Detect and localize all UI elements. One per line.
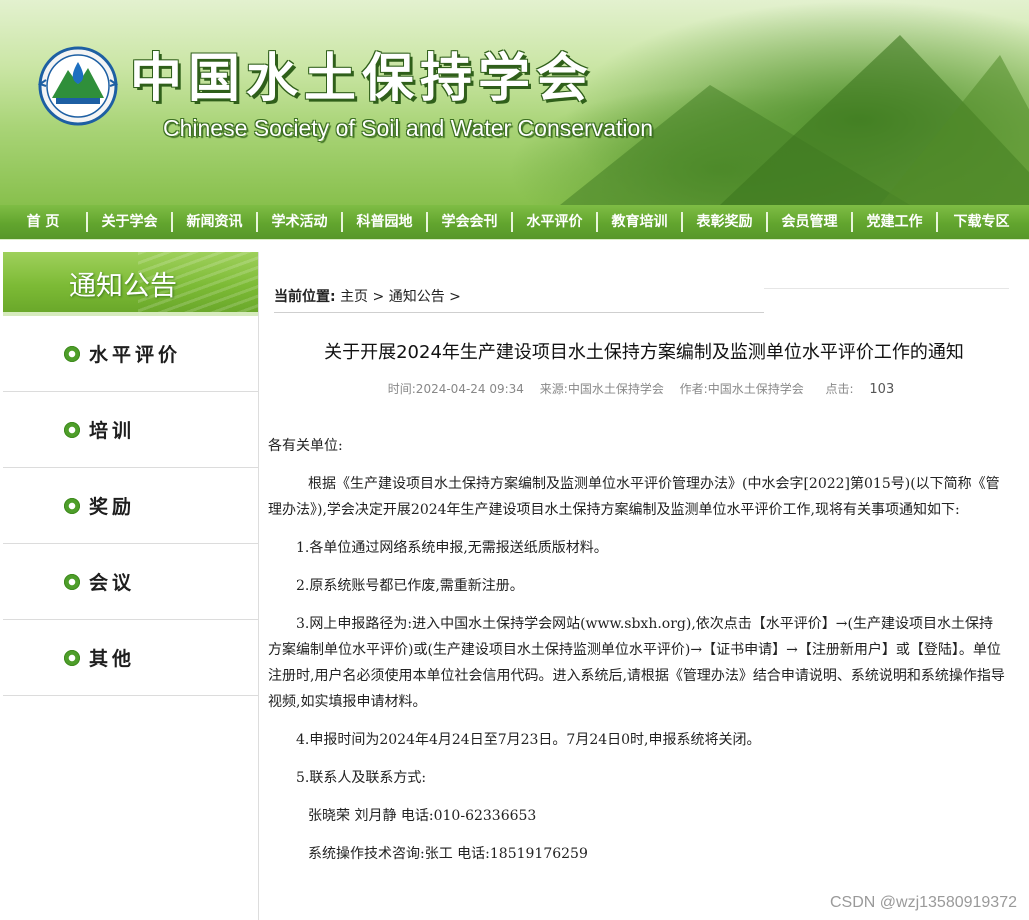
sidebar-item-training[interactable]: 培训 <box>3 392 258 468</box>
sidebar-item-label: 水平评价 <box>89 344 182 366</box>
nav-item-members[interactable]: 会员管理 <box>766 212 851 232</box>
nav-item-awards[interactable]: 表彰奖励 <box>681 212 766 232</box>
sidebar: 通知公告 水平评价 培训 奖励 会议 其他 <box>3 252 259 920</box>
article-title: 关于开展2024年生产建设项目水土保持方案编制及监测单位水平评价工作的通知 <box>324 342 964 363</box>
article-clicks-label: 点击: <box>825 382 854 396</box>
site-header: 中国水土保持学会 Chinese Society of Soil and Wat… <box>0 0 1029 205</box>
article-clicks: 点击: 103 <box>820 382 901 397</box>
article-list-item: 2.原系统账号都已作废,需重新注册。 <box>296 578 524 594</box>
article-paragraph: 根据《生产建设项目水土保持方案编制及监测单位水平评价管理办法》(中水会字[202… <box>268 476 1000 518</box>
article-contact: 系统操作技术咨询:张工 电话:18519176259 <box>308 846 588 862</box>
breadcrumb-separator: > <box>444 289 461 305</box>
article-list-item: 5.联系人及联系方式: <box>296 770 427 786</box>
article-source: 来源:中国水土保持学会 <box>539 382 664 396</box>
breadcrumb-rule <box>764 288 1009 289</box>
sidebar-heading: 通知公告 <box>3 252 258 312</box>
nav-item-news[interactable]: 新闻资讯 <box>171 212 256 232</box>
watermark: CSDN @wzj13580919372 <box>829 894 1017 911</box>
nav-item-training[interactable]: 教育培训 <box>596 212 681 232</box>
sidebar-item-evaluation[interactable]: 水平评价 <box>3 316 258 392</box>
sidebar-item-label: 其他 <box>89 648 136 670</box>
main-content: 当前位置: 主页 > 通知公告 > 关于开展2024年生产建设项目水土保持方案编… <box>262 252 1026 920</box>
breadcrumb-separator: > <box>368 289 389 305</box>
site-title: 中国水土保持学会 <box>130 48 595 109</box>
breadcrumb: 当前位置: 主页 > 通知公告 > <box>274 286 764 313</box>
bullet-icon <box>64 573 80 590</box>
nav-item-journal[interactable]: 学会会刊 <box>426 212 511 232</box>
sidebar-item-other[interactable]: 其他 <box>3 620 258 696</box>
nav-item-home[interactable]: 首 页 <box>0 212 86 232</box>
article-list-item: 1.各单位通过网络系统申报,无需报送纸质版材料。 <box>296 540 608 556</box>
sidebar-item-label: 培训 <box>89 420 136 442</box>
bullet-icon <box>64 421 80 438</box>
site-subtitle: Chinese Society of Soil and Water Conser… <box>163 115 654 141</box>
bullet-icon <box>64 497 80 514</box>
nav-item-downloads[interactable]: 下载专区 <box>936 212 1025 232</box>
nav-item-evaluation[interactable]: 水平评价 <box>511 212 596 232</box>
breadcrumb-label: 当前位置: <box>274 289 336 305</box>
nav-item-science[interactable]: 科普园地 <box>341 212 426 232</box>
article-time: 时间:2024-04-24 09:34 <box>387 382 524 396</box>
article-body: 各有关单位: 根据《生产建设项目水土保持方案编制及监测单位水平评价管理办法》(中… <box>268 433 1006 867</box>
sidebar-item-awards[interactable]: 奖励 <box>3 468 258 544</box>
header-mountain <box>880 55 1029 205</box>
nav-item-academic[interactable]: 学术活动 <box>256 212 341 232</box>
sidebar-item-label: 奖励 <box>89 496 136 518</box>
article-meta: 时间:2024-04-24 09:34 来源:中国水土保持学会 作者:中国水土保… <box>262 380 1026 397</box>
nav-item-about[interactable]: 关于学会 <box>86 212 171 232</box>
sidebar-title: 通知公告 <box>69 271 177 302</box>
article-list-item: 4.申报时间为2024年4月24日至7月23日。7月24日0时,申报系统将关闭。 <box>296 732 761 748</box>
article-greeting: 各有关单位: <box>268 438 343 454</box>
society-emblem-icon[interactable] <box>38 46 118 126</box>
article-author: 作者:中国水土保持学会 <box>679 382 804 396</box>
bullet-icon <box>64 649 80 666</box>
sidebar-item-meetings[interactable]: 会议 <box>3 544 258 620</box>
article-clicks-count: 103 <box>869 382 895 397</box>
breadcrumb-current-link[interactable]: 通知公告 <box>389 289 445 305</box>
article-list-item: 3.网上申报路径为:进入中国水土保持学会网站(www.sbxh.org),依次点… <box>268 616 1005 710</box>
breadcrumb-home-link[interactable]: 主页 <box>340 289 368 305</box>
article-contact: 张晓荣 刘月静 电话:010-62336653 <box>308 808 537 824</box>
nav-item-party[interactable]: 党建工作 <box>851 212 936 232</box>
sidebar-item-label: 会议 <box>89 572 136 594</box>
bullet-icon <box>64 345 80 362</box>
main-nav: 首 页 关于学会 新闻资讯 学术活动 科普园地 学会会刊 水平评价 教育培训 表… <box>0 205 1029 240</box>
